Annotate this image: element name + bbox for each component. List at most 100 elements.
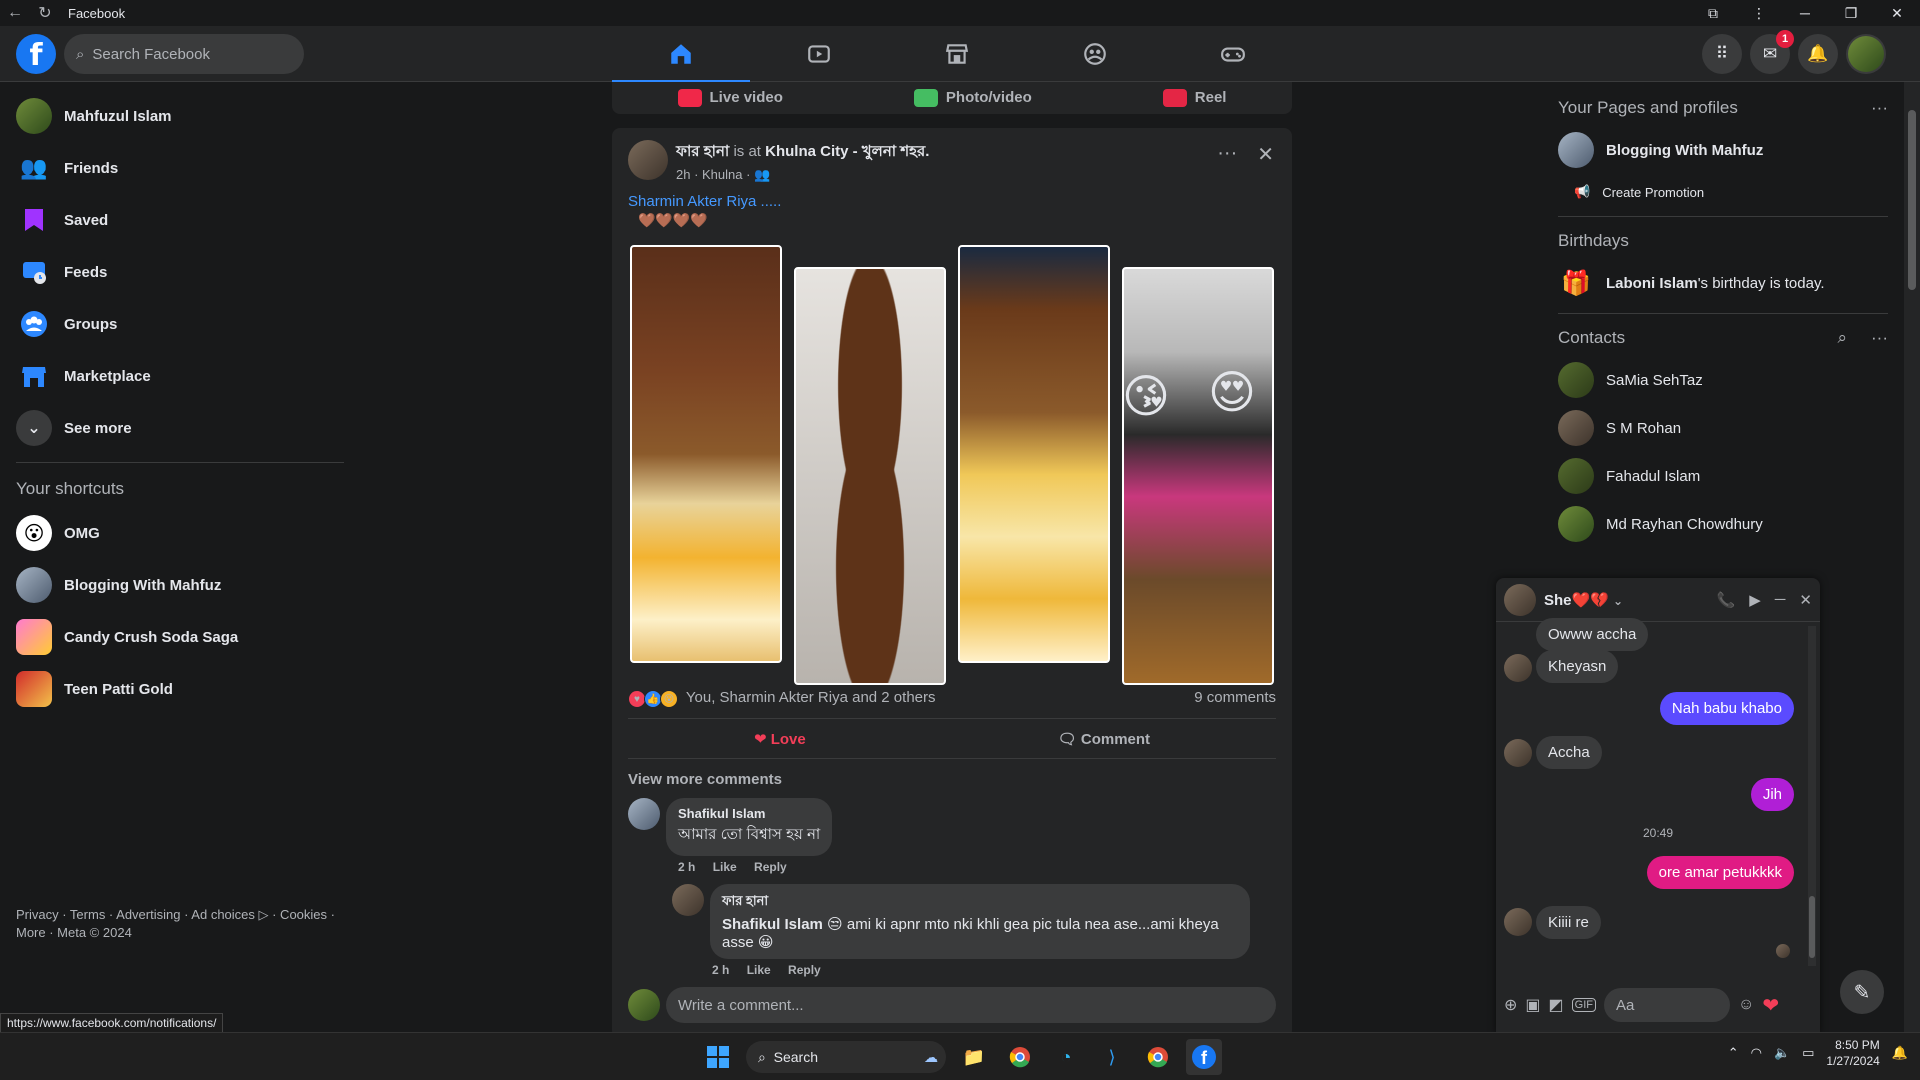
sticker-icon[interactable]: ◩ <box>1549 995 1564 1015</box>
tab-home[interactable] <box>612 26 750 83</box>
post-text[interactable]: Sharmin Akter Riya ..... <box>628 193 1276 210</box>
account-button[interactable] <box>1846 34 1886 74</box>
contact-item[interactable]: S M Rohan <box>1558 404 1888 452</box>
extensions-icon[interactable]: ⧉ <box>1690 0 1736 26</box>
photo-biryani-1[interactable] <box>630 245 782 663</box>
emoji-icon[interactable]: ☺ <box>1738 996 1754 1014</box>
commenter-name[interactable]: Shafikul Islam <box>678 806 820 821</box>
chrome-icon[interactable] <box>1140 1039 1176 1075</box>
footer-links[interactable]: Privacy · Terms · Advertising · Ad choic… <box>16 906 336 942</box>
birthday-item[interactable]: 🎁 Laboni Islam's birthday is today. <box>1558 259 1888 307</box>
tab-gaming[interactable] <box>1164 26 1302 82</box>
create-promotion-button[interactable]: 📢 Create Promotion <box>1558 174 1888 210</box>
page-scroll-thumb[interactable] <box>1908 110 1916 290</box>
chevron-up-icon[interactable]: ⌃ <box>1728 1045 1739 1061</box>
more-options-icon[interactable]: ··· <box>1871 328 1888 348</box>
reel-button[interactable]: Reel <box>1162 89 1226 108</box>
start-button[interactable] <box>700 1039 736 1075</box>
chat-name[interactable]: She❤️💔 ⌄ <box>1544 591 1717 609</box>
sidebar-item-marketplace[interactable]: Marketplace <box>0 350 360 402</box>
view-more-comments[interactable]: View more comments <box>628 771 1276 788</box>
system-clock[interactable]: 8:50 PM 1/27/2024 <box>1826 1037 1879 1069</box>
volume-icon[interactable]: 🔈 <box>1774 1045 1790 1061</box>
shortcut-teen-patti[interactable]: Teen Patti Gold <box>0 663 360 715</box>
image-icon[interactable]: ▣ <box>1525 995 1540 1015</box>
wifi-icon[interactable]: ◠ <box>1751 1045 1762 1061</box>
photo-biryani-2[interactable] <box>958 245 1110 663</box>
write-comment-input[interactable] <box>666 987 1276 1023</box>
notification-bell-icon[interactable]: 🔔 <box>1892 1045 1908 1061</box>
comment-like-button[interactable]: Like <box>747 963 771 977</box>
contact-item[interactable]: Md Rayhan Chowdhury <box>1558 500 1888 548</box>
heart-send-icon[interactable]: ❤ <box>1762 993 1779 1018</box>
minimize-chat-icon[interactable]: ─ <box>1775 591 1786 609</box>
contact-item[interactable]: Fahadul Islam <box>1558 452 1888 500</box>
more-options-icon[interactable]: ··· <box>1871 98 1888 118</box>
reactions-summary[interactable]: ♥ 👍 😮 You, Sharmin Akter Riya and 2 othe… <box>628 689 936 708</box>
comment-reply-button[interactable]: Reply <box>754 860 787 874</box>
phone-icon[interactable]: 📞 <box>1717 591 1736 609</box>
shortcut-omg[interactable]: 😮 OMG <box>0 507 360 559</box>
chrome-icon[interactable] <box>1002 1039 1038 1075</box>
battery-icon[interactable]: ▭ <box>1802 1045 1814 1061</box>
sidebar-see-more[interactable]: ⌄ See more <box>0 402 360 454</box>
back-arrow-icon[interactable]: ← <box>0 4 30 22</box>
vscode-icon[interactable]: ⟩ <box>1094 1039 1130 1075</box>
menu-dots-icon[interactable]: ⋮ <box>1736 0 1782 26</box>
close-window-button[interactable]: ✕ <box>1874 0 1920 26</box>
sidebar-item-feeds[interactable]: Feeds <box>0 246 360 298</box>
close-chat-icon[interactable]: ✕ <box>1799 591 1812 609</box>
facebook-logo-icon[interactable]: f <box>16 34 56 74</box>
sidebar-item-friends[interactable]: 👥 Friends <box>0 142 360 194</box>
chat-scroll-thumb[interactable] <box>1809 896 1815 958</box>
restore-button[interactable]: ❐ <box>1828 0 1874 26</box>
page-item[interactable]: Blogging With Mahfuz <box>1558 126 1888 174</box>
close-icon[interactable]: ✕ <box>1257 142 1274 167</box>
sidebar-item-saved[interactable]: Saved <box>0 194 360 246</box>
sidebar-item-groups[interactable]: Groups <box>0 298 360 350</box>
mention[interactable]: Shafikul Islam <box>722 916 823 933</box>
sidebar-item-profile[interactable]: Mahfuzul Islam <box>0 90 360 142</box>
minimize-button[interactable]: ─ <box>1782 0 1828 26</box>
chat-avatar[interactable] <box>1504 583 1536 616</box>
chat-message-input[interactable] <box>1604 988 1730 1022</box>
commenter-avatar[interactable] <box>628 798 660 830</box>
page-scrollbar[interactable] <box>1904 82 1920 1032</box>
gif-icon[interactable]: GIF <box>1571 998 1596 1012</box>
shortcut-blogging[interactable]: Blogging With Mahfuz <box>0 559 360 611</box>
chat-scrollbar[interactable] <box>1808 626 1816 966</box>
tab-groups[interactable] <box>1026 26 1164 82</box>
love-button[interactable]: ❤ Love <box>754 730 806 748</box>
comment-button[interactable]: 🗨 Comment <box>1058 730 1150 748</box>
menu-grid-button[interactable]: ⠿ <box>1702 34 1742 74</box>
post-place[interactable]: Khulna City - খুলনা শহর. <box>765 143 929 160</box>
facebook-app-icon[interactable]: f <box>1186 1039 1222 1075</box>
comments-count[interactable]: 9 comments <box>1194 689 1276 708</box>
search-input[interactable] <box>92 45 273 63</box>
plus-icon[interactable]: ⊕ <box>1504 995 1517 1015</box>
post-author[interactable]: ফার হানা <box>676 143 729 160</box>
edge-icon[interactable]: ◔ <box>1048 1039 1084 1075</box>
file-explorer-icon[interactable]: 📁 <box>956 1039 992 1075</box>
comment-reply-button[interactable]: Reply <box>788 963 821 977</box>
tab-marketplace[interactable] <box>888 26 1026 82</box>
taskbar-search[interactable]: ⌕ Search ☁ <box>746 1041 946 1073</box>
video-call-icon[interactable]: ▶ <box>1749 591 1761 609</box>
comment-like-button[interactable]: Like <box>713 860 737 874</box>
photo-cutlets[interactable] <box>794 267 946 685</box>
photo-selfie[interactable]: 😘 😍 <box>1122 267 1274 685</box>
contact-item[interactable]: SaMia SehTaz <box>1558 356 1888 404</box>
author-avatar[interactable] <box>628 140 668 180</box>
search-icon[interactable]: ⌕ <box>1837 328 1847 348</box>
commenter-name[interactable]: ফার হানা <box>722 892 1238 913</box>
notifications-button[interactable]: 🔔 <box>1798 34 1838 74</box>
messenger-button[interactable]: ✉ 1 <box>1750 30 1794 74</box>
more-options-icon[interactable]: ··· <box>1217 142 1237 167</box>
shortcut-candy-crush[interactable]: Candy Crush Soda Saga <box>0 611 360 663</box>
reload-icon[interactable]: ↻ <box>30 3 60 23</box>
new-message-button[interactable]: ✎ <box>1840 970 1884 1014</box>
photo-video-button[interactable]: Photo/video <box>913 89 1032 108</box>
tab-video[interactable] <box>750 26 888 82</box>
live-video-button[interactable]: Live video <box>677 89 783 108</box>
search-box[interactable]: ⌕ <box>64 34 304 74</box>
